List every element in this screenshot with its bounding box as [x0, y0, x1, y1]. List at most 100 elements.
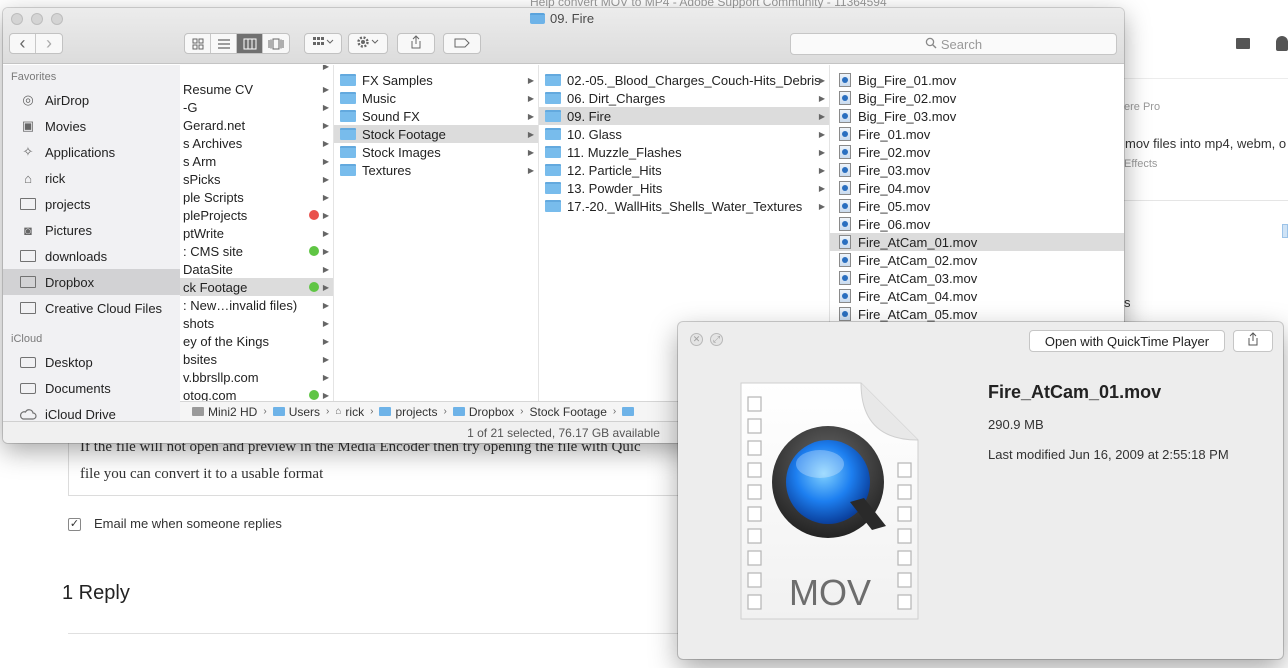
icon-view-icon[interactable] [185, 34, 211, 53]
close-quicklook-button[interactable]: ✕ [690, 333, 703, 346]
file-row[interactable]: Fire_02.mov [830, 143, 1124, 161]
sidebar-item-creative-cloud-files[interactable]: Creative Cloud Files [3, 295, 180, 321]
file-row[interactable]: Fire_AtCam_03.mov [830, 269, 1124, 287]
folder-row[interactable]: Resume CV ▶ [180, 80, 333, 98]
folder-row[interactable]: 12. Particle_Hits ▶ [539, 161, 829, 179]
sidebar-item-airdrop[interactable]: ◎ AirDrop [3, 87, 180, 113]
file-row[interactable]: Fire_05.mov [830, 197, 1124, 215]
file-row[interactable]: Fire_01.mov [830, 125, 1124, 143]
applications-icon: ✧ [22, 144, 34, 159]
finder-titlebar[interactable]: 09. Fire ‹ › Search [3, 8, 1124, 64]
file-row[interactable]: Fire_03.mov [830, 161, 1124, 179]
file-row[interactable]: Fire_04.mov [830, 179, 1124, 197]
folder-row[interactable]: 13. Powder_Hits ▶ [539, 179, 829, 197]
folder-row[interactable]: FX Samples ▶ [334, 71, 538, 89]
share-button[interactable] [397, 33, 435, 54]
file-row[interactable]: Fire_AtCam_01.mov [830, 233, 1124, 251]
folder-row[interactable]: shots ▶ [180, 314, 333, 332]
fullscreen-quicklook-button[interactable]: ⤢ [710, 333, 723, 346]
folder-row[interactable]: : CMS site ▶ [180, 242, 333, 260]
folder-row[interactable]: bsites ▶ [180, 350, 333, 368]
file-row[interactable]: Big_Fire_02.mov [830, 89, 1124, 107]
zoom-window-button[interactable] [51, 13, 63, 25]
folder-row[interactable]: : New…invalid files) ▶ [180, 296, 333, 314]
folder-row[interactable]: v.bbrsllp.com ▶ [180, 368, 333, 386]
path-segment[interactable]: projects [379, 405, 437, 419]
sidebar-item-label: Applications [45, 144, 116, 160]
cover-flow-icon[interactable] [263, 34, 289, 53]
path-separator-icon: › [370, 406, 374, 417]
file-row[interactable]: Big_Fire_03.mov [830, 107, 1124, 125]
folder-row[interactable]: 02.-05._Blood_Charges_Couch-Hits_Debris ▶ [539, 71, 829, 89]
close-window-button[interactable] [11, 13, 23, 25]
tag-label[interactable]: Effects [1124, 158, 1157, 170]
forward-button[interactable]: › [36, 34, 62, 53]
folder-row[interactable]: s Archives ▶ [180, 134, 333, 152]
file-row[interactable]: Fire_AtCam_02.mov [830, 251, 1124, 269]
disclosure-arrow-icon: ▶ [818, 111, 825, 121]
notifications-bell-icon[interactable] [1276, 36, 1288, 51]
disclosure-arrow-icon: ▶ [322, 138, 329, 148]
list-view-icon[interactable] [211, 34, 237, 53]
folder-row[interactable]: DataSite ▶ [180, 260, 333, 278]
path-segment[interactable]: ⌂ rick [335, 405, 364, 419]
folder-name: sPicks [183, 171, 221, 187]
column-view-icon[interactable] [237, 34, 263, 53]
folder-row[interactable]: s Arm ▶ [180, 152, 333, 170]
path-segment[interactable]: Mini2 HD [192, 405, 257, 419]
minimize-window-button[interactable] [31, 13, 43, 25]
folder-row[interactable]: ey of the Kings ▶ [180, 332, 333, 350]
sidebar-item-downloads[interactable]: downloads [3, 243, 180, 269]
sidebar-item-rick[interactable]: ⌂ rick [3, 165, 180, 191]
folder-row[interactable]: Stock Footage ▶ [334, 125, 538, 143]
sidebar-item-desktop[interactable]: Desktop [3, 349, 180, 375]
folder-row[interactable]: -G ▶ [180, 98, 333, 116]
sidebar-item-icloud-drive[interactable]: iCloud Drive [3, 401, 180, 421]
path-segment-label: Mini2 HD [208, 404, 258, 419]
open-with-quicktime-button[interactable]: Open with QuickTime Player [1029, 330, 1225, 352]
folder-row[interactable]: ple Scripts ▶ [180, 188, 333, 206]
folder-row[interactable]: 09. Fire ▶ [539, 107, 829, 125]
sidebar-item-documents[interactable]: Documents [3, 375, 180, 401]
folder-row[interactable]: 11. Muzzle_Flashes ▶ [539, 143, 829, 161]
folder-row[interactable]: ck Footage ▶ [180, 278, 333, 296]
folder-row[interactable]: 06. Dirt_Charges ▶ [539, 89, 829, 107]
email-replies-label[interactable]: Email me when someone replies [94, 516, 282, 531]
folder-row[interactable]: Music ▶ [334, 89, 538, 107]
search-field[interactable]: Search [790, 33, 1117, 55]
folder-row[interactable]: Gerard.net ▶ [180, 116, 333, 134]
back-button[interactable]: ‹ [10, 34, 36, 53]
path-segment[interactable] [622, 407, 635, 416]
folder-row[interactable]: sPicks ▶ [180, 170, 333, 188]
email-replies-checkbox[interactable]: ✓ [68, 518, 81, 531]
category-label[interactable]: ere Pro [1124, 101, 1160, 113]
sidebar-item-dropbox[interactable]: Dropbox [3, 269, 180, 295]
path-segment[interactable]: Dropbox [452, 405, 514, 419]
action-button[interactable] [348, 33, 388, 54]
sidebar-item-projects[interactable]: projects [3, 191, 180, 217]
file-row[interactable]: Fire_AtCam_04.mov [830, 287, 1124, 305]
path-segment[interactable]: Users [272, 405, 320, 419]
mov-file-icon [839, 127, 851, 141]
file-row[interactable]: Fire_06.mov [830, 215, 1124, 233]
arrange-button[interactable] [304, 33, 342, 54]
folder-row[interactable]: Stock Images ▶ [334, 143, 538, 161]
sidebar-item-applications[interactable]: ✧ Applications [3, 139, 180, 165]
folder-row[interactable]: ptWrite ▶ [180, 224, 333, 242]
quicklook-share-button[interactable] [1233, 330, 1273, 352]
file-row[interactable]: Big_Fire_01.mov [830, 71, 1124, 89]
tags-button[interactable] [443, 33, 481, 54]
sidebar-item-movies[interactable]: ▣ Movies [3, 113, 180, 139]
file-row[interactable]: Fire_AtCam_05.mov [830, 305, 1124, 323]
sidebar-item-pictures[interactable]: ◙ Pictures [3, 217, 180, 243]
folder-row[interactable]: Sound FX ▶ [334, 107, 538, 125]
path-segment[interactable]: Stock Footage [530, 405, 607, 419]
folder-icon [545, 164, 561, 176]
window-title-text: 09. Fire [550, 11, 595, 26]
mail-icon[interactable] [1236, 38, 1250, 49]
folder-row[interactable]: Textures ▶ [334, 161, 538, 179]
quicklook-file-name: Fire_AtCam_01.mov [988, 382, 1162, 402]
folder-row[interactable]: 17.-20._WallHits_Shells_Water_Textures ▶ [539, 197, 829, 215]
folder-row[interactable]: 10. Glass ▶ [539, 125, 829, 143]
folder-row[interactable]: pleProjects ▶ [180, 206, 333, 224]
